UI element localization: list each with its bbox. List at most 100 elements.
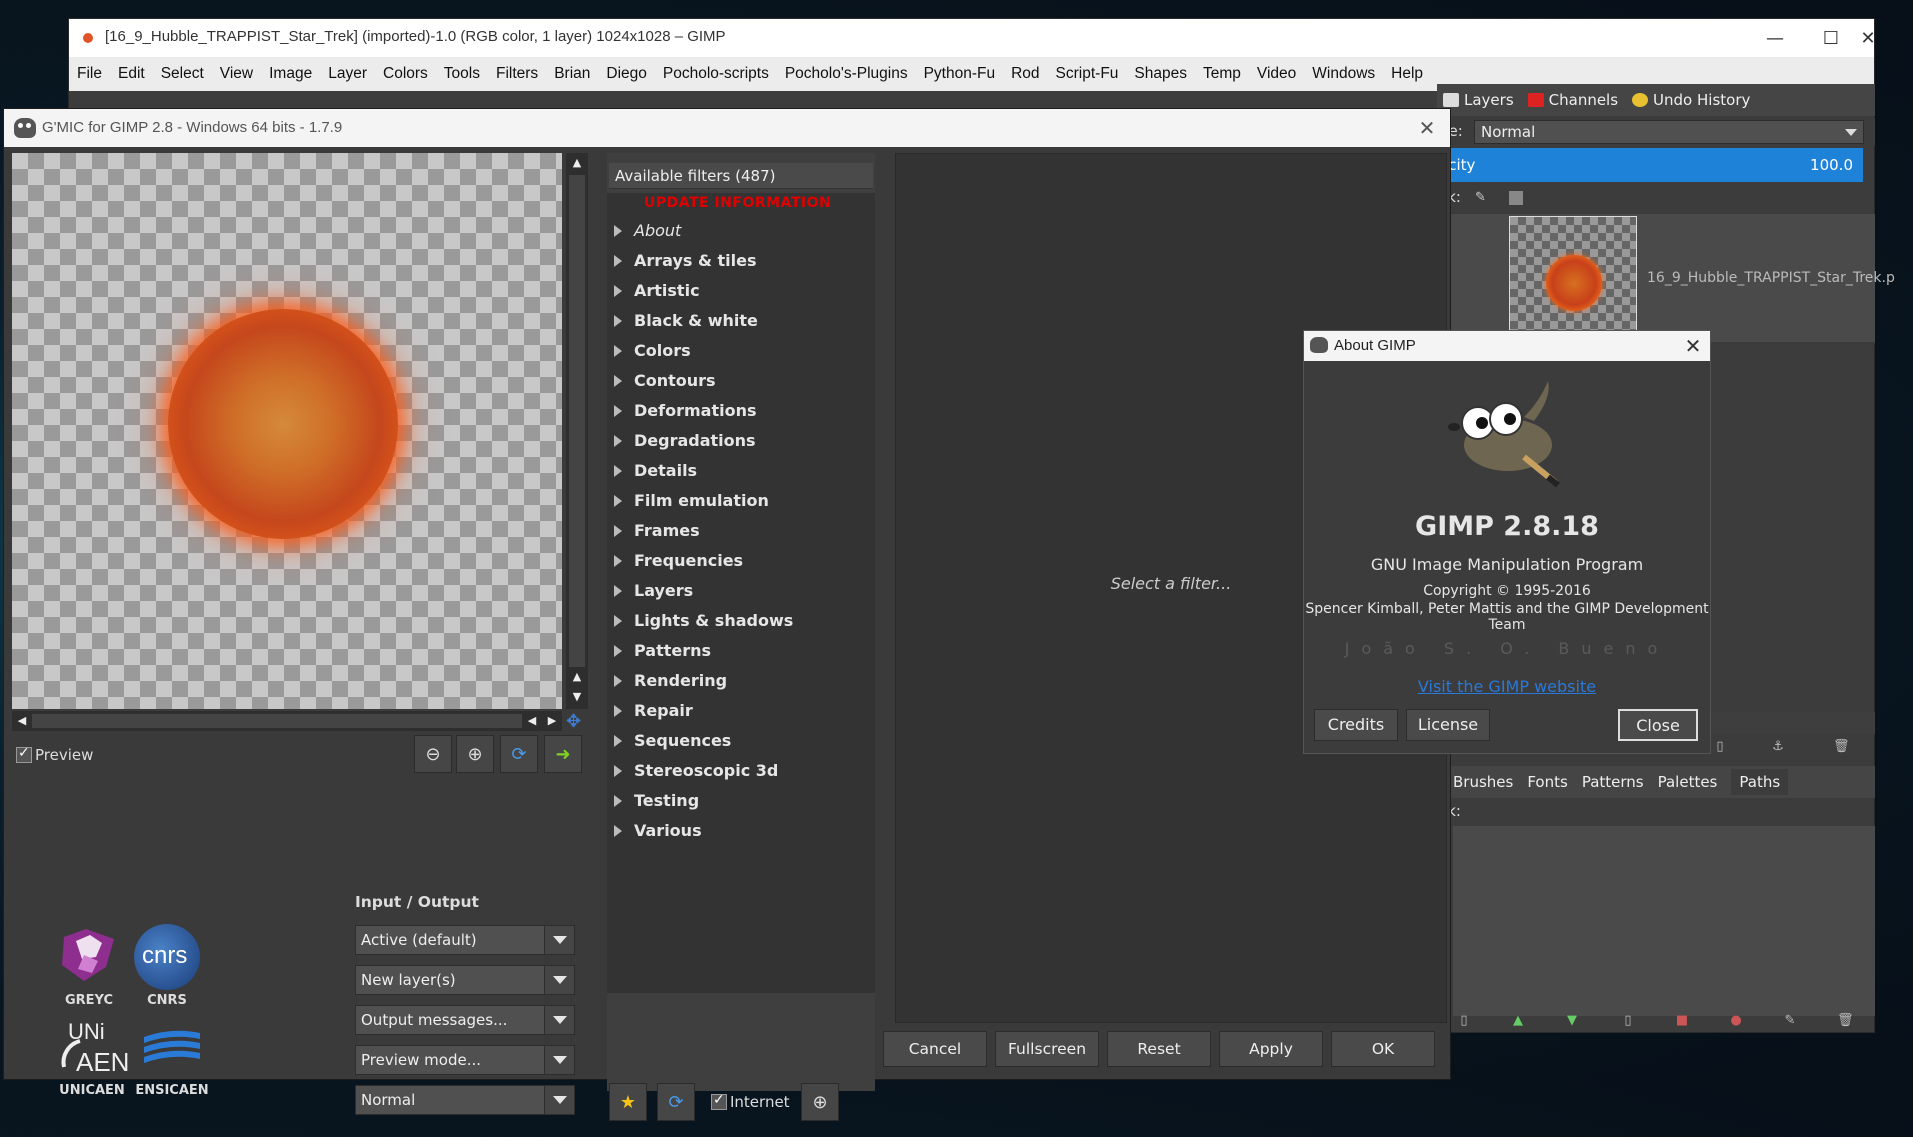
vscroll-thumb[interactable] (569, 175, 585, 667)
update-information-link[interactable]: UPDATE INFORMATION (644, 195, 831, 211)
preview-checkbox[interactable] (16, 745, 32, 763)
lower-path-icon[interactable]: ▼ (1565, 1014, 1579, 1028)
about-titlebar[interactable]: About GIMP ✕ (1304, 331, 1710, 361)
dropdown-button[interactable] (544, 966, 574, 994)
zoom-out-button[interactable]: ⊖ (414, 735, 452, 773)
menu-edit[interactable]: Edit (118, 65, 145, 83)
cancel-button[interactable]: Cancel (883, 1031, 987, 1067)
credits-button[interactable]: Credits (1314, 709, 1398, 741)
lock-pixels-icon[interactable]: ✎ (1475, 190, 1486, 205)
duplicate-path-icon[interactable]: ▯ (1621, 1014, 1635, 1028)
layer-row[interactable]: 16_9_Hubble_TRAPPIST_Star_Trek.p (1437, 214, 1895, 344)
menu-filters[interactable]: Filters (496, 65, 538, 83)
refresh-preview-button[interactable]: ⟳ (500, 735, 538, 773)
zoom-reset-button[interactable]: ⊕ (456, 735, 494, 773)
preview-vscroll[interactable]: ▲ ▲ ▼ (566, 153, 588, 709)
menu-file[interactable]: File (77, 65, 102, 83)
paths-list[interactable] (1453, 826, 1875, 1016)
scroll-left-icon[interactable]: ◀ (14, 713, 30, 729)
filter-category-frames[interactable]: Frames (607, 517, 875, 545)
close-button[interactable]: Close (1618, 709, 1698, 741)
menu-pocholo-scripts[interactable]: Pocholo-scripts (663, 65, 769, 83)
tab-patterns[interactable]: Patterns (1582, 773, 1644, 791)
filter-category-patterns[interactable]: Patterns (607, 637, 875, 665)
reset-button[interactable]: Reset (1107, 1031, 1211, 1067)
menu-video[interactable]: Video (1257, 65, 1296, 83)
lock-alpha-icon[interactable] (1509, 191, 1523, 205)
mode-select[interactable]: Normal (1474, 120, 1864, 144)
blend-mode-select[interactable]: Normal (355, 1085, 575, 1115)
menu-windows[interactable]: Windows (1312, 65, 1375, 83)
filter-category-stereoscopic-3d[interactable]: Stereoscopic 3d (607, 757, 875, 785)
menu-colors[interactable]: Colors (383, 65, 428, 83)
filter-category-details[interactable]: Details (607, 457, 875, 485)
go-button[interactable]: ➜ (544, 735, 582, 773)
preview-toggle[interactable]: Preview (16, 743, 93, 767)
filter-category-contours[interactable]: Contours (607, 367, 875, 395)
tab-channels[interactable]: Channels (1527, 91, 1618, 109)
delete-path-icon[interactable]: 🗑 (1837, 1014, 1854, 1028)
hscroll-thumb[interactable] (32, 714, 522, 728)
refresh-filters-button[interactable]: ⟳ (657, 1083, 695, 1121)
license-button[interactable]: License (1406, 709, 1490, 741)
scroll-right-icon[interactable]: ▶ (544, 713, 560, 729)
close-window-button[interactable]: ✕ (1859, 19, 1877, 57)
tab-palettes[interactable]: Palettes (1658, 773, 1718, 791)
menu-help[interactable]: Help (1391, 65, 1423, 83)
filter-category-colors[interactable]: Colors (607, 337, 875, 365)
preview-hscroll[interactable]: ◀ ◀ ▶ (12, 711, 562, 731)
scroll-up-icon[interactable]: ▲ (569, 155, 585, 171)
apply-button[interactable]: Apply (1219, 1031, 1323, 1067)
duplicate-layer-icon[interactable]: ▯ (1713, 740, 1727, 754)
menu-diego[interactable]: Diego (606, 65, 647, 83)
filter-category-frequencies[interactable]: Frequencies (607, 547, 875, 575)
menu-pocholos-plugins[interactable]: Pocholo's-Plugins (785, 65, 908, 83)
dropdown-button[interactable] (544, 1006, 574, 1034)
path-to-selection-icon[interactable]: ■ (1675, 1014, 1689, 1028)
filter-category-various[interactable]: Various (607, 817, 875, 845)
filter-category-about[interactable]: About (607, 217, 875, 245)
filter-category-layers[interactable]: Layers (607, 577, 875, 605)
stroke-path-icon[interactable]: ✎ (1783, 1014, 1797, 1028)
anchor-layer-icon[interactable]: ⚓ (1771, 740, 1785, 754)
maximize-button[interactable]: ☐ (1803, 19, 1859, 57)
filter-category-repair[interactable]: Repair (607, 697, 875, 725)
gmic-titlebar[interactable]: G'MIC for GIMP 2.8 - Windows 64 bits - 1… (4, 109, 1450, 147)
dropdown-button[interactable] (544, 1046, 574, 1074)
delete-layer-icon[interactable]: 🗑 (1833, 740, 1850, 754)
filter-category-rendering[interactable]: Rendering (607, 667, 875, 695)
gimp-titlebar[interactable]: [16_9_Hubble_TRAPPIST_Star_Trek] (import… (69, 19, 1877, 57)
selection-to-path-icon[interactable]: ● (1729, 1014, 1743, 1028)
ok-button[interactable]: OK (1331, 1031, 1435, 1067)
tab-brushes[interactable]: Brushes (1453, 773, 1513, 791)
dropdown-button[interactable] (544, 1086, 574, 1114)
menu-python-fu[interactable]: Python-Fu (924, 65, 996, 83)
filter-category-sequences[interactable]: Sequences (607, 727, 875, 755)
filter-category-arrays-tiles[interactable]: Arrays & tiles (607, 247, 875, 275)
filter-category-testing[interactable]: Testing (607, 787, 875, 815)
menu-layer[interactable]: Layer (328, 65, 367, 83)
internet-toggle[interactable]: Internet (711, 1092, 790, 1111)
menu-rod[interactable]: Rod (1011, 65, 1039, 83)
filter-category-lights-shadows[interactable]: Lights & shadows (607, 607, 875, 635)
filters-header[interactable]: Available filters (487) (609, 163, 873, 189)
raise-path-icon[interactable]: ▲ (1511, 1014, 1525, 1028)
favorites-button[interactable]: ★ (609, 1083, 647, 1121)
new-path-icon[interactable]: ▯ (1457, 1014, 1471, 1028)
tab-undo-history[interactable]: Undo History (1632, 91, 1750, 109)
output-messages-select[interactable]: Output messages... (355, 1005, 575, 1035)
opacity-slider[interactable]: acity 100.0 (1437, 148, 1863, 182)
filter-category-film-emulation[interactable]: Film emulation (607, 487, 875, 515)
menu-brian[interactable]: Brian (554, 65, 590, 83)
menu-view[interactable]: View (220, 65, 253, 83)
filter-category-degradations[interactable]: Degradations (607, 427, 875, 455)
tab-fonts[interactable]: Fonts (1527, 773, 1567, 791)
preview-canvas[interactable] (12, 153, 562, 709)
tab-paths[interactable]: Paths (1731, 769, 1789, 795)
dropdown-button[interactable] (544, 926, 574, 954)
fullscreen-button[interactable]: Fullscreen (995, 1031, 1099, 1067)
internet-checkbox[interactable] (711, 1092, 727, 1110)
input-layers-select[interactable]: Active (default) (355, 925, 575, 955)
menu-script-fu[interactable]: Script-Fu (1056, 65, 1119, 83)
close-icon[interactable]: ✕ (1680, 333, 1706, 359)
